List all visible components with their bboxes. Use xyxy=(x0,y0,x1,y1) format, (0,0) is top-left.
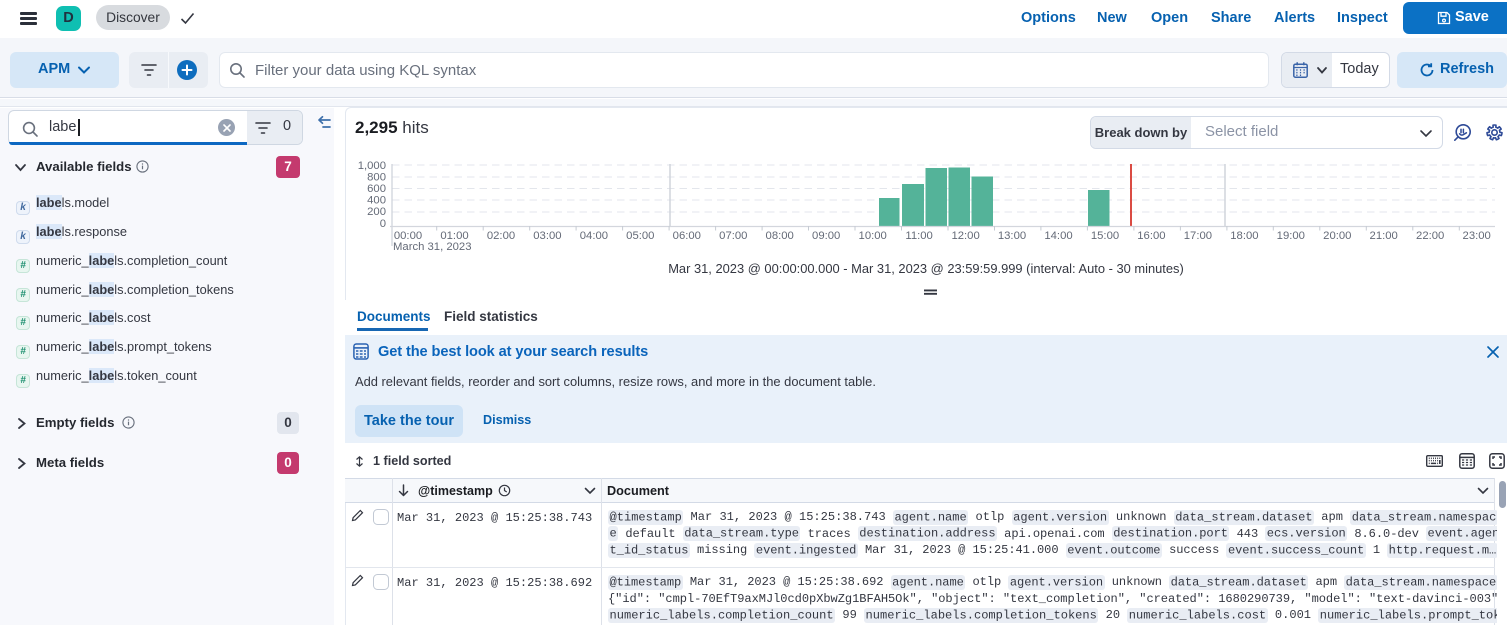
svg-text:1,000: 1,000 xyxy=(358,160,386,172)
svg-text:22:00: 22:00 xyxy=(1416,230,1444,242)
svg-text:03:00: 03:00 xyxy=(533,230,561,242)
svg-text:200: 200 xyxy=(367,206,386,218)
svg-text:18:00: 18:00 xyxy=(1230,230,1258,242)
svg-text:20:00: 20:00 xyxy=(1323,230,1351,242)
svg-text:07:00: 07:00 xyxy=(719,230,747,242)
svg-text:15:00: 15:00 xyxy=(1091,230,1119,242)
svg-text:600: 600 xyxy=(367,183,386,195)
svg-text:17:00: 17:00 xyxy=(1184,230,1212,242)
svg-text:0: 0 xyxy=(380,218,386,230)
svg-text:14:00: 14:00 xyxy=(1044,230,1072,242)
svg-text:800: 800 xyxy=(367,172,386,184)
svg-text:05:00: 05:00 xyxy=(626,230,654,242)
svg-text:19:00: 19:00 xyxy=(1277,230,1305,242)
svg-text:06:00: 06:00 xyxy=(673,230,701,242)
svg-text:11:00: 11:00 xyxy=(905,230,932,242)
svg-text:13:00: 13:00 xyxy=(998,230,1026,242)
svg-text:21:00: 21:00 xyxy=(1370,230,1398,242)
svg-text:400: 400 xyxy=(367,195,386,207)
svg-text:09:00: 09:00 xyxy=(812,230,840,242)
svg-text:12:00: 12:00 xyxy=(951,230,979,242)
svg-text:March 31, 2023: March 31, 2023 xyxy=(393,241,472,253)
svg-text:02:00: 02:00 xyxy=(487,230,515,242)
svg-text:10:00: 10:00 xyxy=(859,230,887,242)
svg-text:08:00: 08:00 xyxy=(766,230,794,242)
svg-text:16:00: 16:00 xyxy=(1137,230,1165,242)
svg-text:04:00: 04:00 xyxy=(580,230,608,242)
svg-text:23:00: 23:00 xyxy=(1463,230,1491,242)
